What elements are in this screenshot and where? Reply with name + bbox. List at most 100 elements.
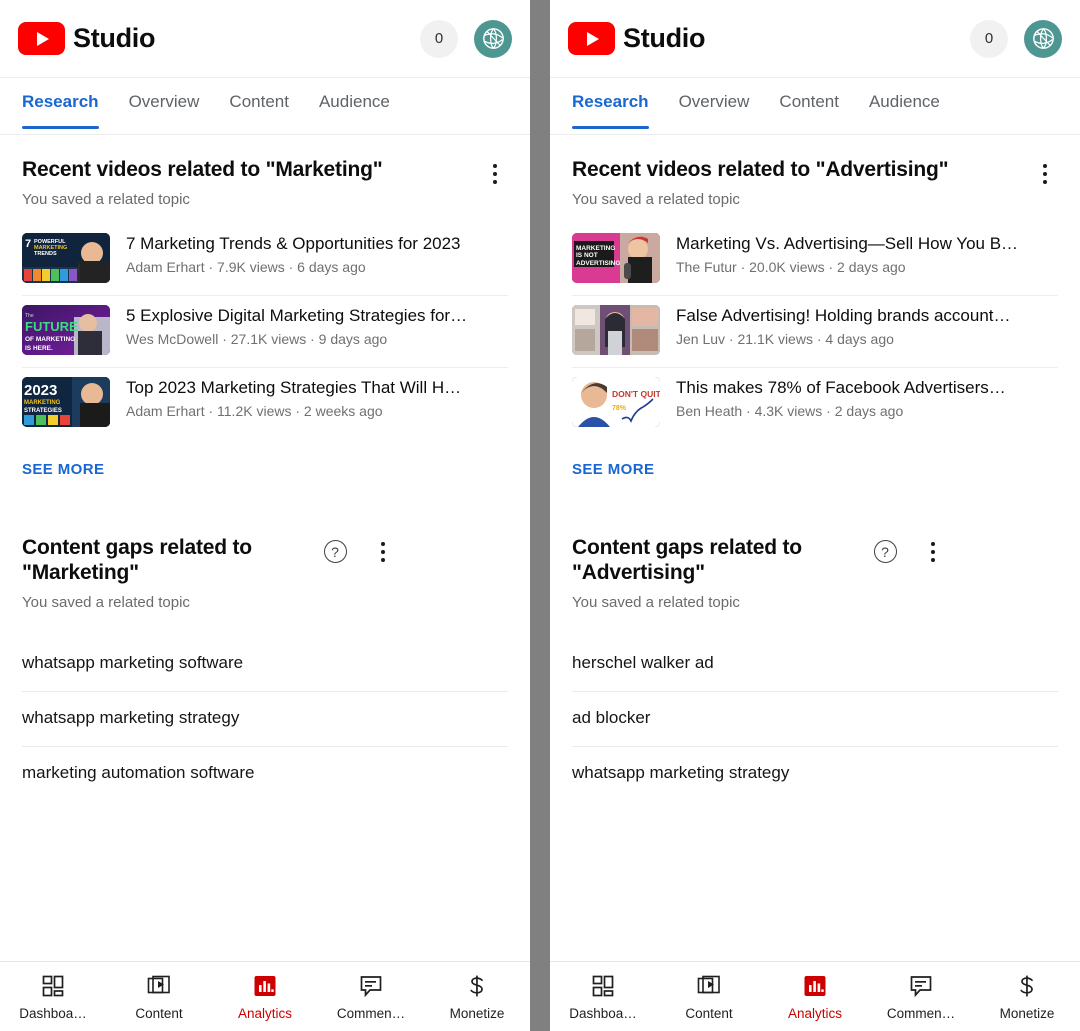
right-phone-screen: Studio 0 Research Overview Content Audie… — [550, 0, 1080, 1031]
youtube-play-icon — [18, 22, 65, 55]
recent-videos-subtitle: You saved a related topic — [22, 190, 190, 208]
content-gap-item[interactable]: whatsapp marketing software — [22, 637, 508, 692]
dollar-sign-icon — [1015, 973, 1039, 999]
content-gaps-list: herschel walker ad ad blocker whatsapp m… — [572, 637, 1058, 801]
content-gaps-header: Content gaps related to "Marketing" You … — [22, 535, 508, 611]
video-title: Marketing Vs. Advertising—Sell How You B… — [676, 233, 1019, 253]
app-title: Studio — [623, 23, 706, 53]
video-meta: Jen Luv · 21.1K views · 4 days ago — [676, 331, 894, 347]
see-more-button[interactable]: SEE MORE — [22, 461, 104, 478]
video-list-item[interactable]: The FUTURE OF MARKETING IS HERE. 5 Explo… — [22, 296, 508, 368]
svg-text:DON'T QUIT: DON'T QUIT — [612, 389, 660, 399]
video-thumbnail: MARKETING IS NOT ADVERTISING — [572, 232, 660, 283]
video-thumbnail: 7 POWERFUL MARKETING TRENDS — [22, 232, 110, 283]
video-list-item[interactable]: 7 POWERFUL MARKETING TRENDS 7 Marketing … — [22, 224, 508, 296]
video-meta: Adam Erhart · 11.2K views · 2 weeks ago — [126, 403, 383, 419]
kebab-menu-icon[interactable] — [920, 539, 946, 565]
nav-comments[interactable]: Commen… — [318, 973, 424, 1021]
tab-audience[interactable]: Audience — [869, 92, 940, 129]
tab-audience[interactable]: Audience — [319, 92, 390, 129]
tab-content[interactable]: Content — [779, 92, 839, 129]
content-gap-item[interactable]: marketing automation software — [22, 747, 508, 801]
video-meta: Wes McDowell · 27.1K views · 9 days ago — [126, 331, 388, 347]
bar-chart-icon — [803, 973, 827, 999]
tab-content[interactable]: Content — [229, 92, 289, 129]
svg-text:2023: 2023 — [24, 382, 57, 399]
tab-overview[interactable]: Overview — [129, 92, 200, 129]
nav-dashboard[interactable]: Dashboa… — [0, 973, 106, 1021]
nav-content[interactable]: Content — [106, 973, 212, 1021]
content-gap-item[interactable]: whatsapp marketing strategy — [572, 747, 1058, 801]
notification-count-chip[interactable]: 0 — [970, 19, 1008, 58]
nav-analytics[interactable]: Analytics — [762, 973, 868, 1021]
nav-label: Content — [135, 1005, 183, 1021]
content-gaps-title: Content gaps related to "Marketing" — [22, 535, 252, 585]
comment-bubble-icon — [909, 973, 933, 999]
content-gaps-title: Content gaps related to "Advertising" — [572, 535, 802, 585]
video-stack-icon — [147, 973, 171, 999]
brand-logo[interactable]: Studio — [568, 22, 705, 55]
avatar[interactable] — [1024, 19, 1062, 58]
recent-videos-header: Recent videos related to "Marketing" You… — [22, 135, 508, 208]
content-gap-item[interactable]: whatsapp marketing strategy — [22, 692, 508, 747]
nav-content[interactable]: Content — [656, 973, 762, 1021]
video-list-item[interactable]: False Advertising! Holding brands accoun… — [572, 296, 1058, 368]
video-title: This makes 78% of Facebook Advertisers… — [676, 377, 1006, 397]
video-thumbnail — [572, 304, 660, 355]
content-gaps-subtitle: You saved a related topic — [572, 593, 740, 611]
video-list-item[interactable]: MARKETING IS NOT ADVERTISING Marketing V… — [572, 224, 1058, 296]
video-list-item[interactable]: 2023 MARKETING STRATEGIES Top 2023 Marke… — [22, 368, 508, 439]
kebab-menu-icon[interactable] — [370, 539, 396, 565]
video-list-item[interactable]: DON'T QUIT 78% This makes 78% of Faceboo… — [572, 368, 1058, 439]
research-content: Recent videos related to "Advertising" Y… — [550, 135, 1080, 961]
nav-label: Analytics — [237, 1005, 293, 1021]
content-gap-item[interactable]: herschel walker ad — [572, 637, 1058, 692]
video-title: False Advertising! Holding brands accoun… — [676, 305, 1011, 325]
nav-label: Commen… — [336, 1005, 406, 1021]
svg-text:ADVERTISING: ADVERTISING — [576, 260, 620, 267]
nav-comments[interactable]: Commen… — [868, 973, 974, 1021]
bottom-navigation: Dashboa… Content Analytics Commen… Monet… — [0, 961, 530, 1031]
content-gaps-subtitle: You saved a related topic — [22, 593, 190, 611]
content-gap-item[interactable]: ad blocker — [572, 692, 1058, 747]
nav-dashboard[interactable]: Dashboa… — [550, 973, 656, 1021]
bottom-navigation: Dashboa… Content Analytics Commen… Monet… — [550, 961, 1080, 1031]
svg-text:STRATEGIES: STRATEGIES — [24, 408, 62, 414]
nav-label: Dashboa… — [569, 1005, 637, 1021]
nav-analytics[interactable]: Analytics — [212, 973, 318, 1021]
recent-videos-title: Recent videos related to "Advertising" — [572, 158, 949, 181]
dual-screenshot-container: Studio 0 Research Overview Content Audie… — [0, 0, 1080, 1031]
tab-overview[interactable]: Overview — [679, 92, 750, 129]
youtube-play-icon — [568, 22, 615, 55]
recent-videos-list: MARKETING IS NOT ADVERTISING Marketing V… — [572, 224, 1058, 439]
nav-monetize[interactable]: Monetize — [424, 973, 530, 1021]
recent-videos-subtitle: You saved a related topic — [572, 190, 740, 208]
svg-text:IS HERE.: IS HERE. — [25, 345, 53, 352]
video-meta: The Futur · 20.0K views · 2 days ago — [676, 259, 906, 275]
left-phone-screen: Studio 0 Research Overview Content Audie… — [0, 0, 530, 1031]
dollar-sign-icon — [465, 973, 489, 999]
video-meta: Ben Heath · 4.3K views · 2 days ago — [676, 403, 904, 419]
video-meta: Adam Erhart · 7.9K views · 6 days ago — [126, 259, 366, 275]
help-question-icon[interactable]: ? — [322, 539, 348, 565]
avatar[interactable] — [474, 19, 512, 58]
comment-bubble-icon — [359, 973, 383, 999]
analytics-tabs: Research Overview Content Audience — [550, 78, 1080, 135]
svg-text:OF MARKETING: OF MARKETING — [25, 336, 75, 343]
see-more-button[interactable]: SEE MORE — [572, 461, 654, 478]
kebab-menu-icon[interactable] — [1032, 161, 1058, 187]
help-question-icon[interactable]: ? — [872, 539, 898, 565]
kebab-menu-icon[interactable] — [482, 161, 508, 187]
nav-label: Commen… — [886, 1005, 956, 1021]
notification-count-chip[interactable]: 0 — [420, 19, 458, 58]
tab-research[interactable]: Research — [22, 92, 99, 129]
analytics-tabs: Research Overview Content Audience — [0, 78, 530, 135]
brand-logo[interactable]: Studio — [18, 22, 155, 55]
app-bar: Studio 0 — [550, 0, 1080, 78]
bar-chart-icon — [253, 973, 277, 999]
tab-research[interactable]: Research — [572, 92, 649, 129]
nav-monetize[interactable]: Monetize — [974, 973, 1080, 1021]
recent-videos-list: 7 POWERFUL MARKETING TRENDS 7 Marketing … — [22, 224, 508, 439]
app-bar-actions: 0 — [970, 19, 1062, 58]
nav-label: Dashboa… — [19, 1005, 87, 1021]
